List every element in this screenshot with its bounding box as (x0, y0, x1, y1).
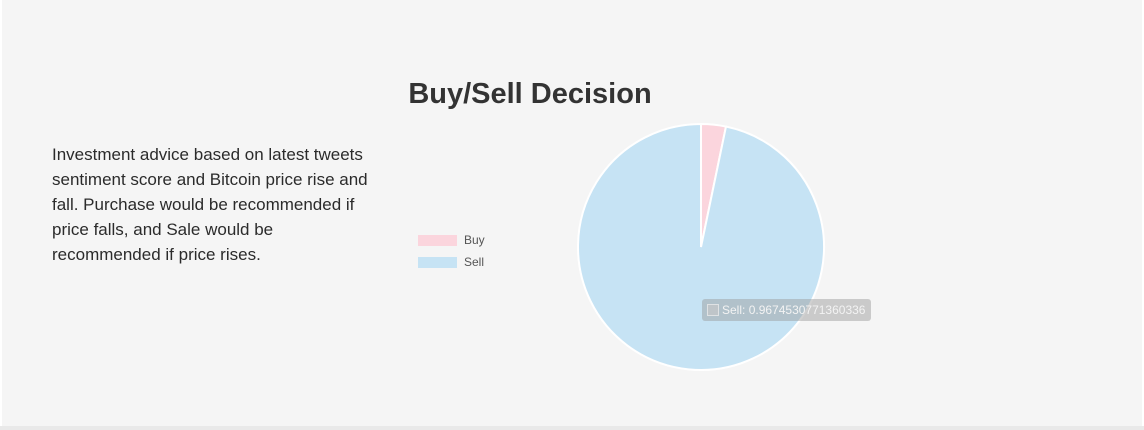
pie-chart (577, 122, 825, 371)
tooltip-value: 0.9674530771360336 (748, 303, 866, 317)
chart-tooltip: Sell : 0.9674530771360336 (702, 299, 872, 321)
description-text: Investment advice based on latest tweets… (52, 145, 368, 264)
legend-item-buy[interactable]: Buy (418, 229, 485, 251)
legend-label-buy: Buy (464, 233, 485, 247)
bottom-strip (0, 426, 1144, 430)
tooltip-separator: : (742, 303, 749, 317)
tooltip-swatch (707, 304, 719, 316)
legend-item-sell[interactable]: Sell (418, 251, 485, 273)
legend-swatch-sell (418, 256, 457, 268)
chart-title: Buy/Sell Decision (408, 78, 652, 110)
tooltip-label: Sell (722, 303, 743, 317)
chart-legend: Buy Sell (418, 229, 485, 273)
legend-swatch-buy (418, 234, 457, 246)
pie-slice-sell[interactable] (577, 122, 825, 371)
legend-label-sell: Sell (464, 255, 485, 269)
